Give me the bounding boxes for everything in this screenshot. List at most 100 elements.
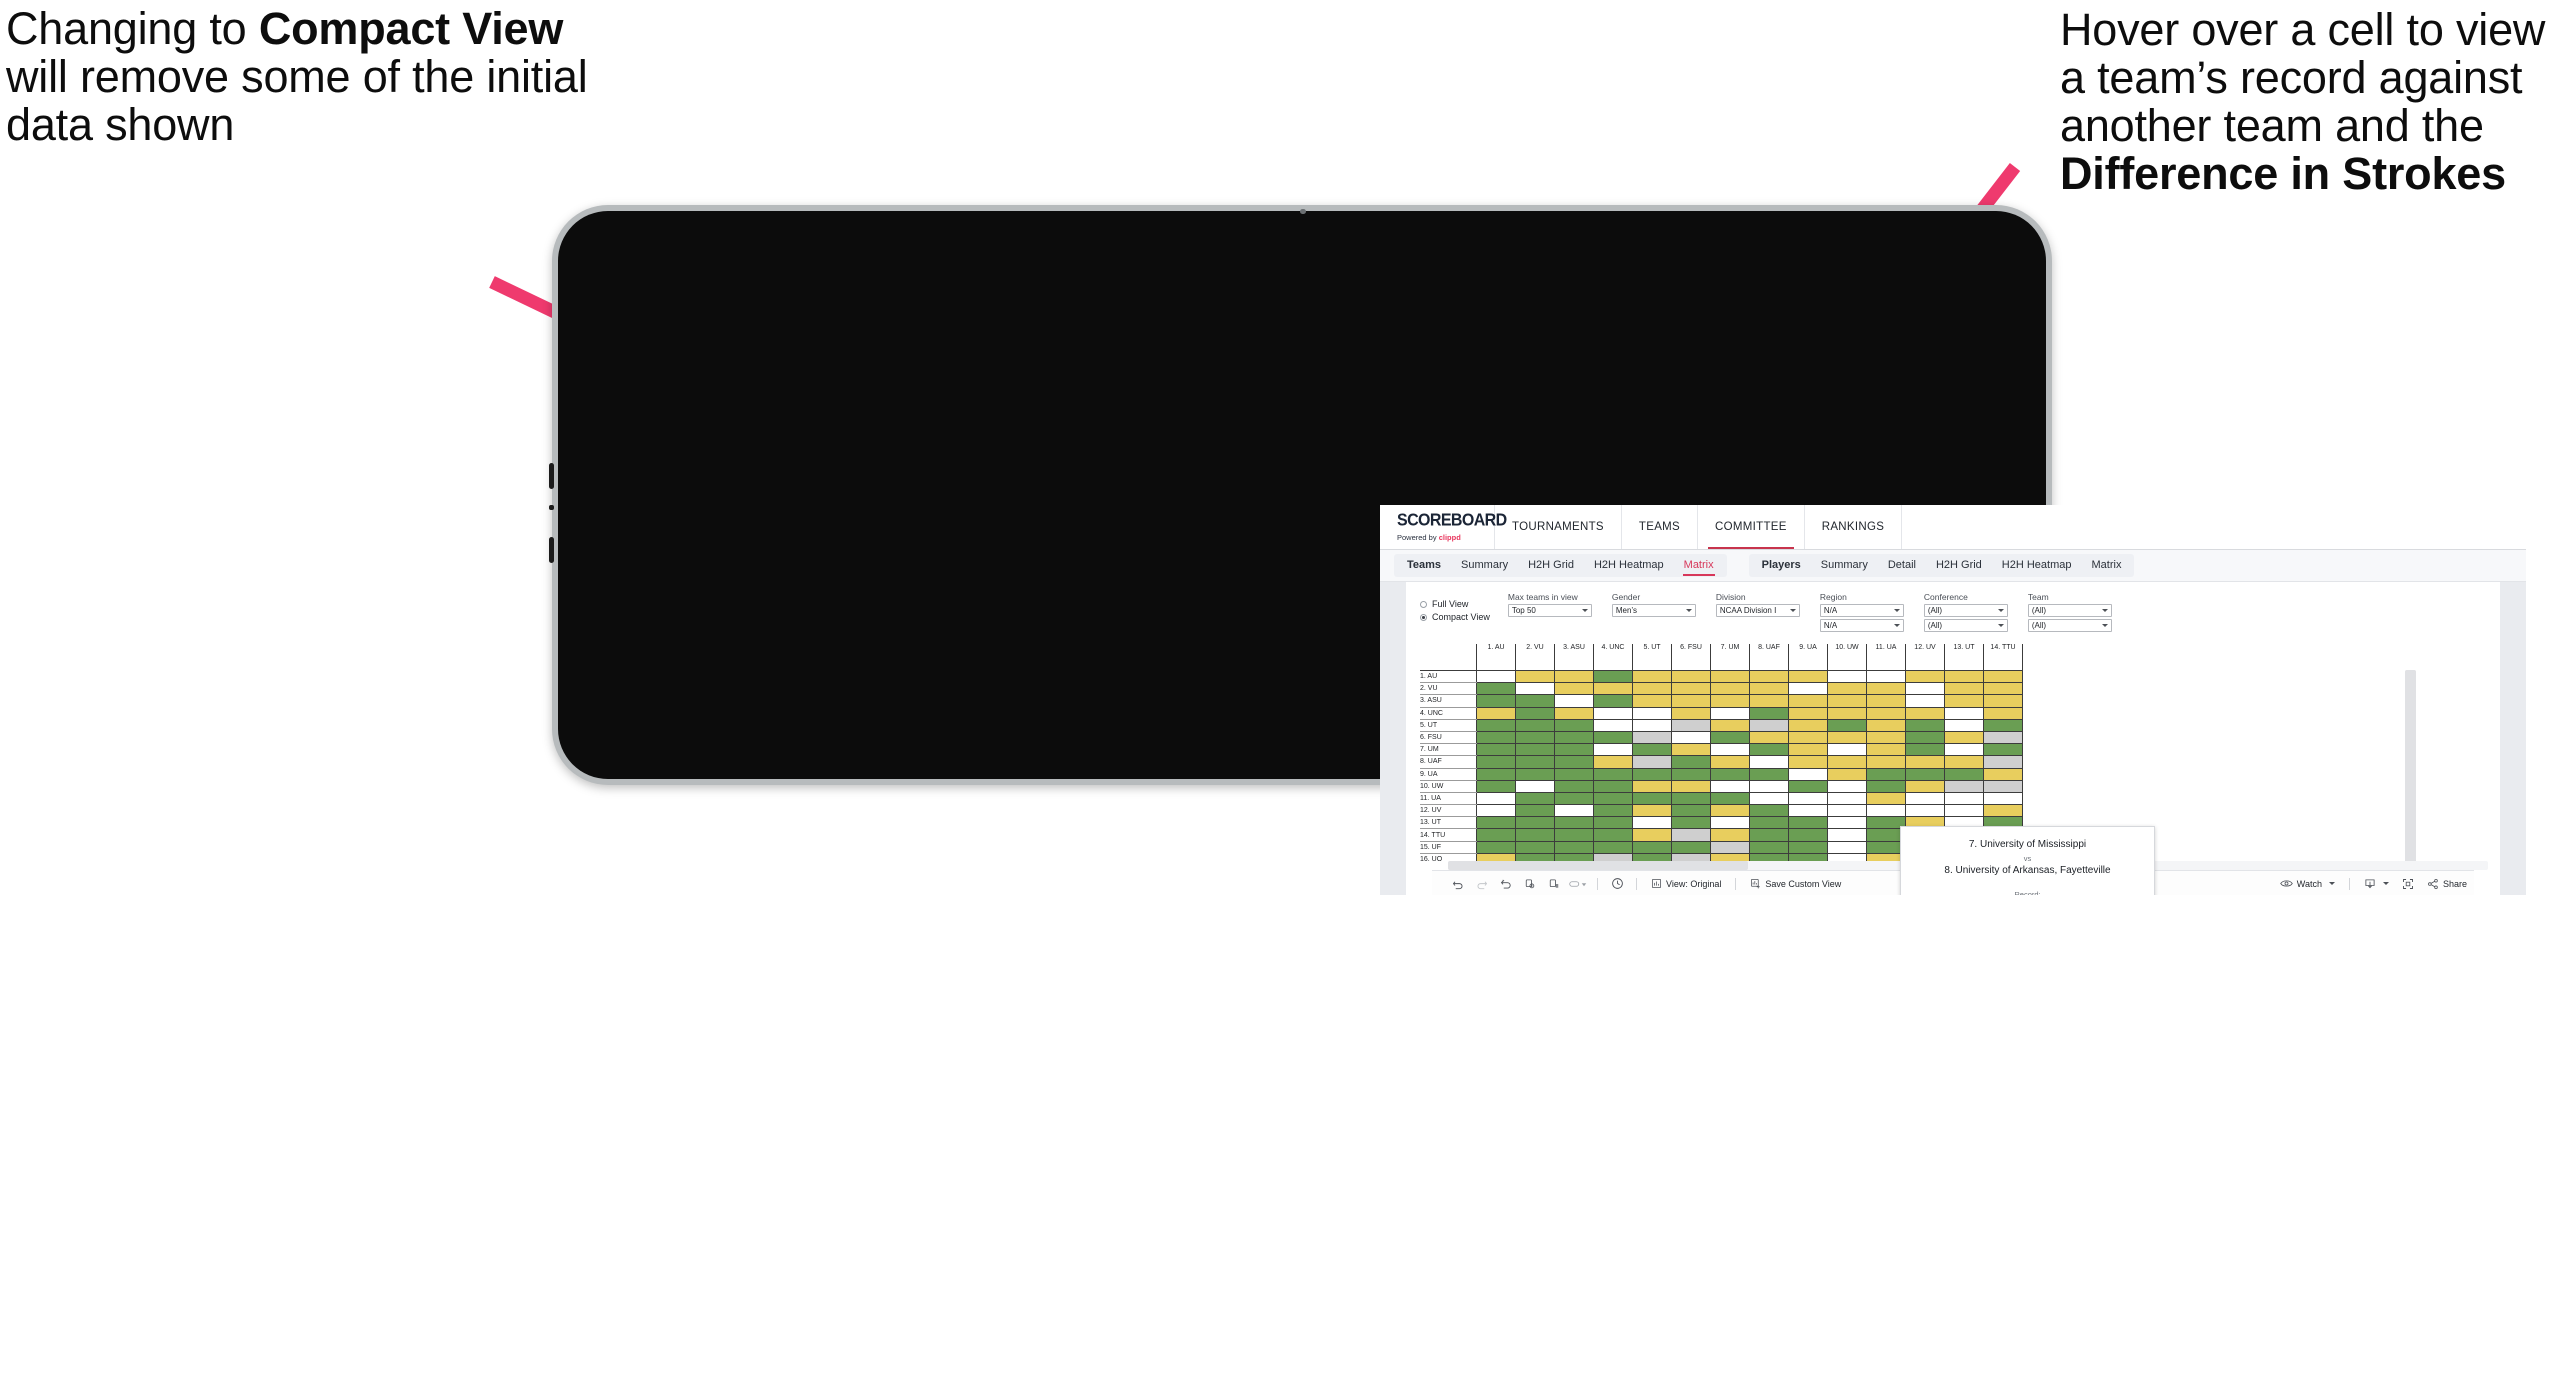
matrix-cell[interactable] xyxy=(1593,768,1633,781)
matrix-cell[interactable] xyxy=(1632,719,1672,732)
matrix-cell[interactable] xyxy=(1749,682,1789,696)
matrix-cell[interactable] xyxy=(1476,755,1516,769)
radio-full-view[interactable]: Full View xyxy=(1420,599,1490,609)
revert-icon[interactable] xyxy=(1494,871,1518,896)
matrix-cell[interactable] xyxy=(1749,828,1789,842)
matrix-cell[interactable] xyxy=(1983,719,2023,732)
matrix-cell[interactable] xyxy=(1944,682,1984,696)
matrix-col-header[interactable]: 7. UM xyxy=(1710,644,1750,671)
matrix-cell[interactable] xyxy=(1593,719,1633,732)
matrix-cell[interactable] xyxy=(1710,828,1750,842)
filter-conference-select-2[interactable]: (All) xyxy=(1923,619,2008,632)
matrix-cell[interactable] xyxy=(1827,841,1867,854)
matrix-cell[interactable] xyxy=(1983,792,2023,806)
matrix-cell[interactable] xyxy=(1866,719,1906,732)
matrix-cell[interactable] xyxy=(1515,780,1555,793)
matrix-cell[interactable] xyxy=(1671,841,1711,854)
matrix-cell[interactable] xyxy=(1788,780,1828,793)
matrix-cell[interactable] xyxy=(1866,682,1906,696)
undo-icon[interactable] xyxy=(1446,871,1470,896)
matrix-cell[interactable] xyxy=(1515,707,1555,720)
subnav-players-matrix[interactable]: Matrix xyxy=(2082,554,2132,577)
matrix-cell[interactable] xyxy=(1944,755,1984,769)
radio-compact-view[interactable]: Compact View xyxy=(1420,612,1490,622)
matrix-cell[interactable] xyxy=(1905,780,1945,793)
matrix-cell[interactable] xyxy=(1944,792,1984,806)
matrix-cell[interactable] xyxy=(1515,743,1555,757)
matrix-cell[interactable] xyxy=(1710,804,1750,818)
matrix-cell[interactable] xyxy=(1827,768,1867,781)
matrix-cell[interactable] xyxy=(1983,768,2023,781)
matrix-cell[interactable] xyxy=(1944,780,1984,793)
matrix-cell[interactable] xyxy=(1554,816,1594,830)
matrix-cell[interactable] xyxy=(1593,828,1633,842)
filter-conference-select-1[interactable]: (All) xyxy=(1923,604,2008,617)
matrix-cell[interactable] xyxy=(1671,682,1711,696)
matrix-row-header[interactable]: 3. ASU xyxy=(1420,694,1477,708)
matrix-cell[interactable] xyxy=(1944,719,1984,732)
matrix-cell[interactable] xyxy=(1827,755,1867,769)
matrix-col-header[interactable]: 5. UT xyxy=(1632,644,1672,671)
matrix-cell[interactable] xyxy=(1710,670,1750,684)
matrix-cell[interactable] xyxy=(1476,816,1516,830)
matrix-cell[interactable] xyxy=(1944,670,1984,684)
matrix-cell[interactable] xyxy=(1788,828,1828,842)
matrix-cell[interactable] xyxy=(1632,682,1672,696)
matrix-cell[interactable] xyxy=(1515,719,1555,732)
matrix-cell[interactable] xyxy=(1866,780,1906,793)
matrix-cell[interactable] xyxy=(1632,768,1672,781)
matrix-cell[interactable] xyxy=(1554,841,1594,854)
matrix-cell[interactable] xyxy=(1788,792,1828,806)
matrix-cell[interactable] xyxy=(1671,707,1711,720)
matrix-cell[interactable] xyxy=(1788,816,1828,830)
matrix-col-header[interactable]: 4. UNC xyxy=(1593,644,1633,671)
matrix-cell[interactable] xyxy=(1632,816,1672,830)
matrix-cell[interactable] xyxy=(1476,670,1516,684)
matrix-row-header[interactable]: 8. UAF xyxy=(1420,755,1477,769)
matrix-cell[interactable] xyxy=(1749,694,1789,708)
matrix-cell[interactable] xyxy=(1944,743,1984,757)
matrix-cell[interactable] xyxy=(1671,792,1711,806)
matrix-cell[interactable] xyxy=(1944,804,1984,818)
matrix-cell[interactable] xyxy=(1710,743,1750,757)
matrix-cell[interactable] xyxy=(1866,792,1906,806)
matrix-cell[interactable] xyxy=(1554,731,1594,745)
matrix-cell[interactable] xyxy=(1632,792,1672,806)
matrix-col-header[interactable]: 6. FSU xyxy=(1671,644,1711,671)
matrix-cell[interactable] xyxy=(1554,707,1594,720)
matrix-cell[interactable] xyxy=(1476,841,1516,854)
matrix-cell[interactable] xyxy=(1515,755,1555,769)
matrix-cell[interactable] xyxy=(1593,743,1633,757)
matrix-cell[interactable] xyxy=(1671,694,1711,708)
matrix-cell[interactable] xyxy=(1788,743,1828,757)
matrix-cell[interactable] xyxy=(1749,780,1789,793)
matrix-cell[interactable] xyxy=(1827,804,1867,818)
subnav-players-h2h-heatmap[interactable]: H2H Heatmap xyxy=(1992,554,2082,577)
matrix-row-header[interactable]: 10. UW xyxy=(1420,780,1477,793)
matrix-cell[interactable] xyxy=(1515,816,1555,830)
matrix-cell[interactable] xyxy=(1476,792,1516,806)
filter-max-teams-select[interactable]: Top 50 xyxy=(1507,604,1592,617)
filter-team-select-2[interactable]: (All) xyxy=(2027,619,2112,632)
matrix-cell[interactable] xyxy=(1671,828,1711,842)
matrix-row-header[interactable]: 5. UT xyxy=(1420,719,1477,732)
filter-region-select-1[interactable]: N/A xyxy=(1819,604,1904,617)
matrix-cell[interactable] xyxy=(1710,719,1750,732)
matrix-cell[interactable] xyxy=(1710,707,1750,720)
redo-icon[interactable] xyxy=(1470,871,1494,896)
matrix-cell[interactable] xyxy=(1710,792,1750,806)
highlight-dropdown-icon[interactable] xyxy=(1566,871,1590,896)
app-logo[interactable]: SCOREBOARD Powered by clippd xyxy=(1380,505,1507,549)
subnav-players-summary[interactable]: Summary xyxy=(1811,554,1878,577)
matrix-cell[interactable] xyxy=(1632,743,1672,757)
subnav-teams-matrix[interactable]: Matrix xyxy=(1674,554,1724,577)
matrix-row-header[interactable]: 14. TTU xyxy=(1420,828,1477,842)
matrix-cell[interactable] xyxy=(1515,670,1555,684)
matrix-cell[interactable] xyxy=(1749,707,1789,720)
matrix-cell[interactable] xyxy=(1554,780,1594,793)
matrix-col-header[interactable]: 3. ASU xyxy=(1554,644,1594,671)
matrix-row-header[interactable]: 6. FSU xyxy=(1420,731,1477,745)
matrix-row-header[interactable]: 2. VU xyxy=(1420,682,1477,696)
subnav-teams-summary[interactable]: Summary xyxy=(1451,554,1518,577)
matrix-cell[interactable] xyxy=(1827,707,1867,720)
